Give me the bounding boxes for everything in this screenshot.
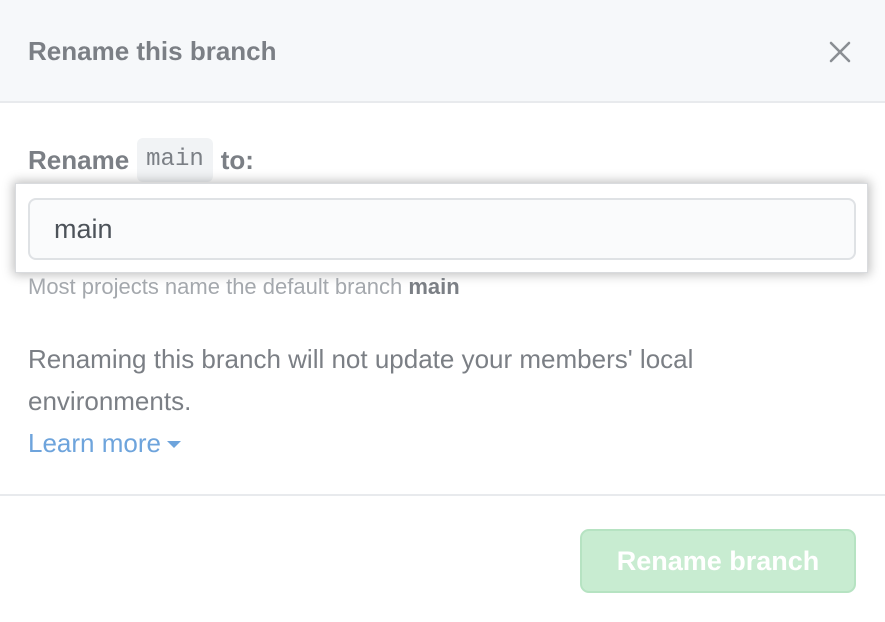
new-branch-name-input[interactable] [28,198,856,260]
rename-branch-button[interactable]: Rename branch [580,529,856,593]
close-button[interactable] [826,38,854,66]
hint-prefix: Most projects name the default branch [28,274,403,299]
rename-branch-dialog: Rename this branch Renamemainto: Most pr… [0,0,885,622]
current-branch-code: main [137,138,213,182]
warning-text: Renaming this branch will not update you… [28,344,694,416]
learn-more-link[interactable]: Learn more [28,422,181,464]
close-icon [829,41,851,63]
hint-text: Most projects name the default branch ma… [28,272,460,302]
rename-label-suffix: to: [220,145,254,175]
caret-down-icon [166,441,181,449]
dialog-title: Rename this branch [28,36,277,66]
rename-label-prefix: Rename [28,145,130,175]
learn-more-label: Learn more [28,428,161,458]
hint-branch-name: main [408,274,460,299]
footer-divider [0,494,885,496]
rename-label: Rename main to: [28,138,254,182]
dialog-header: Rename this branch [0,0,885,103]
